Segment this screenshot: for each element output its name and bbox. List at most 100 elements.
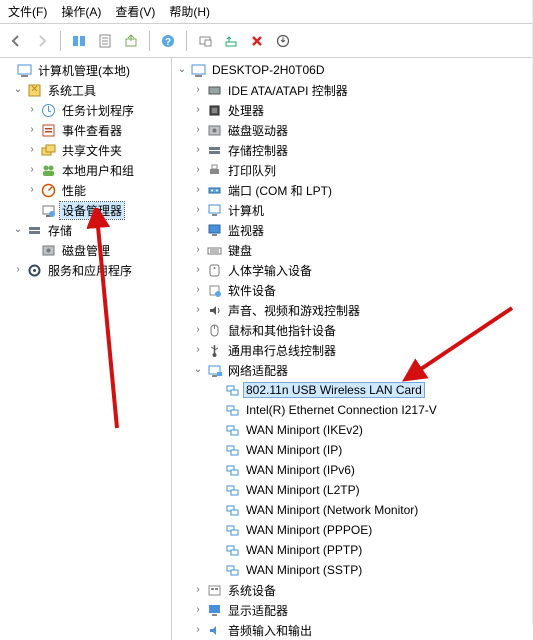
tree-item[interactable]: ⌄系统工具	[0, 80, 171, 100]
chevron-icon[interactable]: ›	[192, 124, 204, 136]
device-category[interactable]: ›计算机	[172, 200, 532, 220]
tree-item[interactable]: ⌄存储	[0, 220, 171, 240]
tree-item[interactable]: ›任务计划程序	[0, 100, 171, 120]
chevron-icon[interactable]: ›	[12, 264, 24, 276]
network-adapter-icon	[224, 542, 240, 558]
chevron-icon[interactable]: ›	[26, 184, 38, 196]
device-category[interactable]: ›键盘	[172, 240, 532, 260]
export-button[interactable]	[119, 29, 143, 53]
scan-button[interactable]	[193, 29, 217, 53]
device-item[interactable]: ·WAN Miniport (PPPOE)	[172, 520, 532, 540]
chevron-icon[interactable]: ›	[192, 184, 204, 196]
clock-icon	[40, 102, 56, 118]
chevron-icon[interactable]: ⌄	[192, 364, 204, 376]
device-item[interactable]: ·WAN Miniport (IKEv2)	[172, 420, 532, 440]
chevron-icon[interactable]: ›	[192, 284, 204, 296]
chevron-icon[interactable]: ›	[192, 204, 204, 216]
tree-item[interactable]: ·磁盘管理	[0, 240, 171, 260]
chevron-icon[interactable]: ›	[192, 84, 204, 96]
port-icon	[206, 182, 222, 198]
device-category[interactable]: ›处理器	[172, 100, 532, 120]
chevron-icon[interactable]: ›	[26, 144, 38, 156]
device-category[interactable]: ›通用串行总线控制器	[172, 340, 532, 360]
device-category[interactable]: › 打印队列	[172, 160, 532, 180]
chevron-icon[interactable]: ›	[192, 144, 204, 156]
forward-button[interactable]	[30, 29, 54, 53]
device-item-label: WAN Miniport (IPv6)	[244, 463, 357, 477]
left-pane: ▸ 计算机管理(本地) ⌄系统工具›任务计划程序›事件查看器›共享文件夹›本地用…	[0, 58, 172, 640]
x-icon	[250, 34, 264, 48]
chevron-icon[interactable]: ›	[192, 164, 204, 176]
chevron-icon[interactable]: ›	[192, 224, 204, 236]
tree-item-label: 共享文件夹	[60, 142, 124, 159]
device-category[interactable]: ›音频输入和输出	[172, 620, 532, 640]
back-button[interactable]	[4, 29, 28, 53]
device-category[interactable]: ›存储控制器	[172, 140, 532, 160]
view-button[interactable]	[67, 29, 91, 53]
device-item[interactable]: ·802.11n USB Wireless LAN Card	[172, 380, 532, 400]
device-category[interactable]: ›端口 (COM 和 LPT)	[172, 180, 532, 200]
chevron-down-icon[interactable]: ⌄	[176, 64, 188, 76]
chevron-icon[interactable]: ›	[192, 604, 204, 616]
properties-button[interactable]	[93, 29, 117, 53]
chevron-icon[interactable]: ›	[192, 304, 204, 316]
device-category-label: 监视器	[226, 222, 266, 239]
usb-icon	[206, 342, 222, 358]
tree-item[interactable]: ·设备管理器	[0, 200, 171, 220]
device-category-label: 声音、视频和游戏控制器	[226, 302, 362, 319]
update-icon	[276, 34, 290, 48]
device-category[interactable]: › 人体学输入设备	[172, 260, 532, 280]
device-item[interactable]: ·WAN Miniport (IP)	[172, 440, 532, 460]
device-category-label: 鼠标和其他指针设备	[226, 322, 338, 339]
device-category[interactable]: ›磁盘驱动器	[172, 120, 532, 140]
device-item[interactable]: ·WAN Miniport (Network Monitor)	[172, 500, 532, 520]
help-button[interactable]: ?	[156, 29, 180, 53]
device-category[interactable]: › 监视器	[172, 220, 532, 240]
separator	[149, 31, 150, 51]
tree-root[interactable]: ▸ 计算机管理(本地)	[0, 60, 171, 80]
disk-icon	[206, 122, 222, 138]
device-item[interactable]: ·Intel(R) Ethernet Connection I217-V	[172, 400, 532, 420]
tree-item[interactable]: › 共享文件夹	[0, 140, 171, 160]
device-item[interactable]: ·WAN Miniport (L2TP)	[172, 480, 532, 500]
panes-icon	[72, 34, 86, 48]
chevron-icon[interactable]: ›	[26, 164, 38, 176]
menu-help[interactable]: 帮助(H)	[169, 3, 210, 20]
device-category[interactable]: › 鼠标和其他指针设备	[172, 320, 532, 340]
delete-button[interactable]	[245, 29, 269, 53]
tree-item[interactable]: ›事件查看器	[0, 120, 171, 140]
device-category-label: 打印队列	[226, 162, 278, 179]
sound-icon	[206, 302, 222, 318]
device-category-label: 人体学输入设备	[226, 262, 314, 279]
device-category[interactable]: ›显示适配器	[172, 600, 532, 620]
chevron-icon[interactable]: ⌄	[12, 224, 24, 236]
chevron-icon[interactable]: ›	[192, 344, 204, 356]
refresh-icon	[224, 34, 238, 48]
device-category[interactable]: ›IDE ATA/ATAPI 控制器	[172, 80, 532, 100]
device-item[interactable]: ·WAN Miniport (IPv6)	[172, 460, 532, 480]
chevron-icon[interactable]: ⌄	[12, 84, 24, 96]
menu-view[interactable]: 查看(V)	[115, 3, 155, 20]
device-category[interactable]: ⌄网络适配器	[172, 360, 532, 380]
device-category[interactable]: › 声音、视频和游戏控制器	[172, 300, 532, 320]
device-item[interactable]: ·WAN Miniport (PPTP)	[172, 540, 532, 560]
menu-action[interactable]: 操作(A)	[61, 3, 101, 20]
device-item[interactable]: ·WAN Miniport (SSTP)	[172, 560, 532, 580]
update-button[interactable]	[271, 29, 295, 53]
tree-item[interactable]: ›本地用户和组	[0, 160, 171, 180]
tree-item[interactable]: ›性能	[0, 180, 171, 200]
device-root[interactable]: ⌄ DESKTOP-2H0T06D	[172, 60, 532, 80]
menu-file[interactable]: 文件(F)	[8, 3, 47, 20]
refresh-button[interactable]	[219, 29, 243, 53]
device-category[interactable]: ›软件设备	[172, 280, 532, 300]
chevron-icon[interactable]: ›	[26, 124, 38, 136]
tree-item[interactable]: ›服务和应用程序	[0, 260, 171, 280]
device-category-label: 音频输入和输出	[226, 622, 314, 639]
chevron-icon[interactable]: ›	[192, 104, 204, 116]
device-category[interactable]: ›系统设备	[172, 580, 532, 600]
chevron-icon[interactable]: ›	[26, 104, 38, 116]
chevron-icon[interactable]: ›	[192, 584, 204, 596]
chevron-icon[interactable]: ›	[192, 244, 204, 256]
chevron-icon[interactable]: ›	[192, 324, 204, 336]
chevron-icon[interactable]: ›	[192, 264, 204, 276]
